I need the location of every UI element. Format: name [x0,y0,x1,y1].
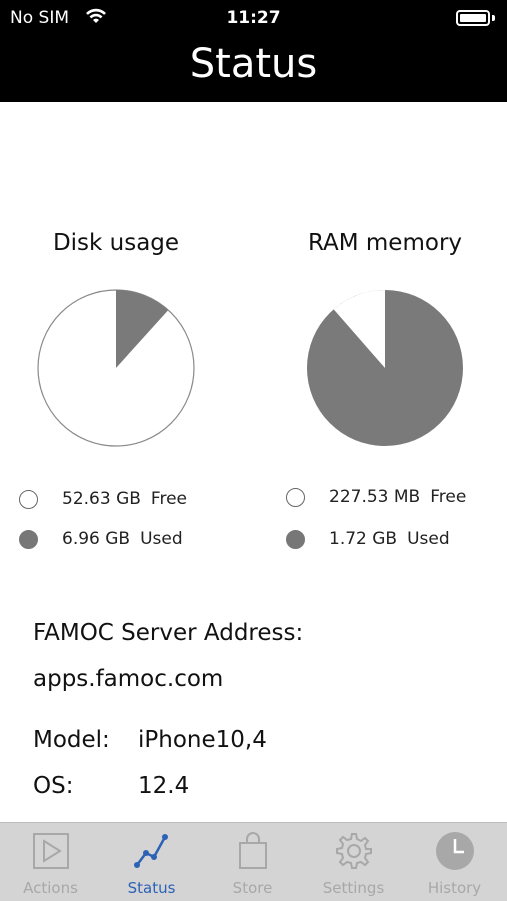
server-address-value: apps.famoc.com [33,666,224,692]
tab-settings-label: Settings [322,879,385,897]
tab-store-label: Store [232,879,273,897]
disk-usage-title: Disk usage [52,230,180,256]
status-bar: No SIM 11:27 [0,0,507,36]
disk-used-legend: 6.96 GB Used [19,529,183,549]
tab-history[interactable]: History [404,823,505,901]
disk-used-label: Used [140,529,183,549]
tab-status[interactable]: Status [101,823,202,901]
ram-used-label: Used [407,529,450,549]
os-value: 12.4 [138,773,190,799]
tab-actions[interactable]: Actions [0,823,101,901]
used-dot-icon [286,529,305,549]
disk-free-label: Free [150,489,187,509]
play-icon [32,833,69,869]
ram-used-legend: 1.72 GB Used [286,529,450,549]
model-label: Model: [33,727,110,753]
clock-icon [435,832,474,870]
used-dot-icon [19,529,38,549]
tab-store[interactable]: Store [202,823,303,901]
graph-icon [133,834,168,868]
disk-free-value: 52.63 GB [62,489,141,509]
free-dot-icon [286,487,305,507]
tab-history-label: History [427,879,482,897]
battery-icon [456,10,490,26]
clock: 11:27 [226,8,281,28]
os-label: OS: [33,773,74,799]
tab-settings[interactable]: Settings [303,823,404,901]
ram-memory-title: RAM memory [307,230,463,256]
ram-memory-pie-chart [307,290,463,446]
ram-free-label: Free [430,487,467,507]
navigation-bar: Status [0,36,507,102]
tab-status-label: Status [127,879,176,897]
battery-tip [492,15,495,21]
shopping-bag-icon [238,832,267,869]
server-address-label: FAMOC Server Address: [33,620,304,646]
page-title: Status [189,41,318,87]
tab-bar: Actions Status Store Settings History [0,822,507,901]
tab-actions-label: Actions [23,879,78,897]
ram-free-value: 227.53 MB [329,487,421,507]
model-value: iPhone10,4 [138,727,267,753]
ram-free-legend: 227.53 MB Free [286,487,466,507]
gear-icon [335,833,372,869]
ram-used-value: 1.72 GB [329,529,398,549]
disk-free-legend: 52.63 GB Free [19,489,187,509]
free-dot-icon [19,489,38,509]
disk-used-value: 6.96 GB [62,529,131,549]
disk-usage-pie-chart [37,289,195,447]
